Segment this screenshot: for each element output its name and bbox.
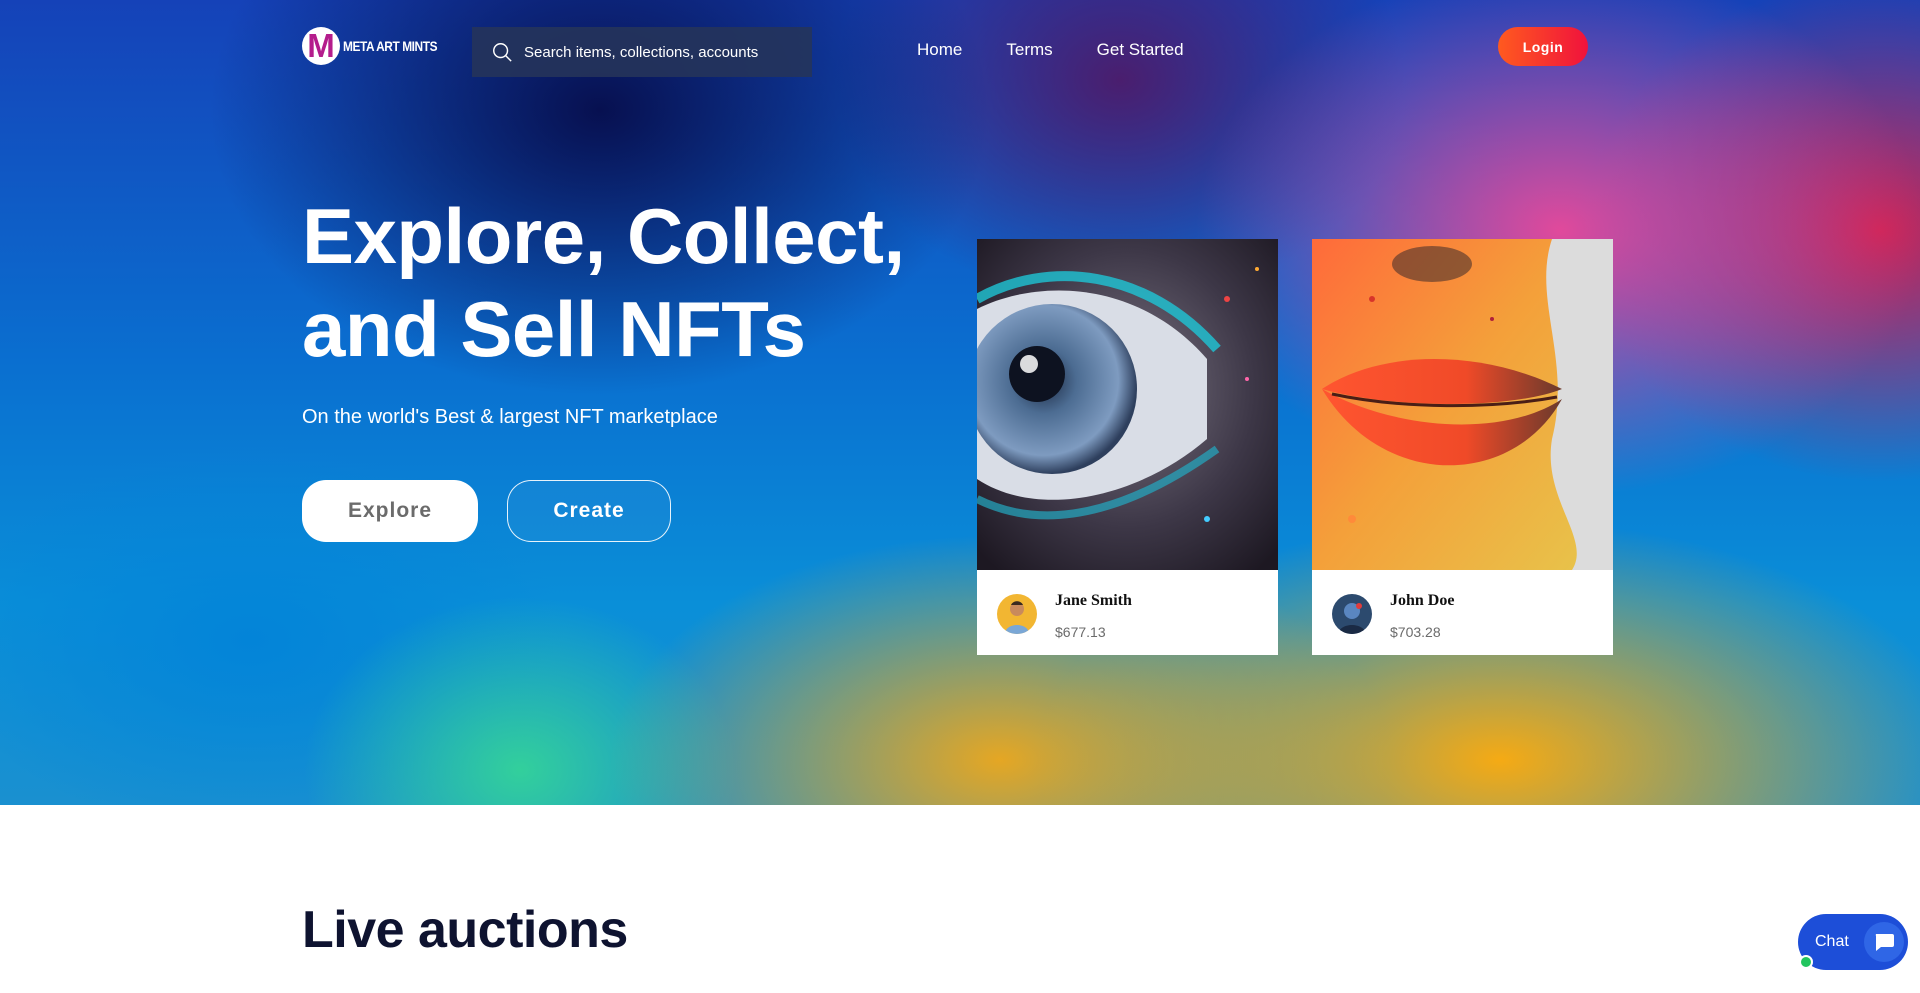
top-navigation: M META ART MINTS Search items, collectio… [0,0,1920,100]
logo[interactable]: M META ART MINTS [302,27,454,65]
hero-headline: Explore, Collect, and Sell NFTs [302,192,905,373]
lips-artwork-image[interactable] [1312,239,1613,570]
price-value: $677.13 [1055,624,1106,640]
chat-button[interactable]: Chat [1798,914,1908,970]
card-footer: John Doe $703.28 [1312,570,1613,655]
hero-section: M META ART MINTS Search items, collectio… [0,0,1920,805]
nav-link-home[interactable]: Home [917,40,962,60]
nav-link-terms[interactable]: Terms [1006,40,1052,60]
owner-name[interactable]: Jane Smith [1055,592,1132,610]
owner-name[interactable]: John Doe [1390,592,1454,610]
nft-card[interactable]: John Doe $703.28 [1312,239,1613,655]
nav-link-get-started[interactable]: Get Started [1097,40,1184,60]
search-icon [493,43,512,62]
main-menu: Home Terms Get Started [917,40,1228,60]
price-value: $703.28 [1390,624,1441,640]
logo-text: META ART MINTS [343,38,438,54]
search-input[interactable]: Search items, collections, accounts [472,27,812,77]
chat-bubble-icon [1864,922,1904,962]
eye-artwork-image[interactable] [977,239,1278,570]
create-button[interactable]: Create [507,480,671,542]
nft-card[interactable]: Jane Smith $677.13 [977,239,1278,655]
john-avatar[interactable] [1332,594,1372,634]
login-button[interactable]: Login [1498,27,1588,66]
explore-button[interactable]: Explore [302,480,478,542]
logo-mark: M [302,27,340,65]
live-auctions-title: Live auctions [302,901,628,959]
chat-label: Chat [1815,933,1849,950]
card-footer: Jane Smith $677.13 [977,570,1278,655]
online-status-dot [1799,955,1813,969]
search-placeholder: Search items, collections, accounts [524,43,759,61]
jane-avatar[interactable] [997,594,1037,634]
hero-subtitle: On the world's Best & largest NFT market… [302,406,718,428]
